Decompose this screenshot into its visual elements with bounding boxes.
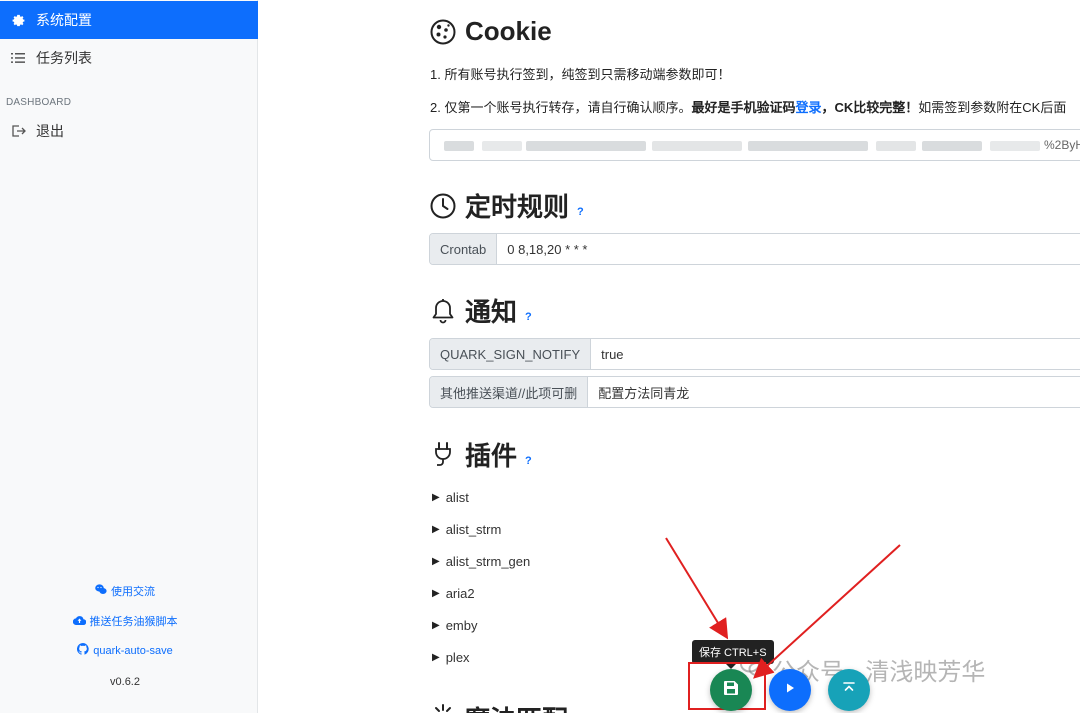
- plugin-item-emby[interactable]: ▶ emby: [432, 618, 478, 633]
- section-title-text: 定时规则: [465, 192, 570, 222]
- plugin-item-alist-strm[interactable]: ▶ alist_strm: [432, 522, 501, 537]
- sidebar-item-task-list[interactable]: 任务列表: [0, 39, 258, 77]
- magic-match-section-title: 魔法匹配: [430, 700, 568, 713]
- notify-value-input[interactable]: true: [591, 339, 1080, 369]
- notify-row: QUARK_SIGN_NOTIFY true: [429, 338, 1080, 370]
- cloud-icon: [72, 615, 86, 628]
- crontab-label: Crontab: [430, 234, 498, 264]
- gear-icon: [10, 12, 26, 28]
- sidebar-item-system-config[interactable]: 系统配置: [0, 1, 258, 39]
- caret-right-icon: ▶: [432, 620, 440, 631]
- bell-icon: [429, 297, 457, 325]
- sidebar-item-logout[interactable]: 退出: [0, 112, 258, 150]
- plugin-item-alist[interactable]: ▶ alist: [432, 490, 469, 505]
- caret-right-icon: ▶: [432, 588, 440, 599]
- sidebar-item-label: 退出: [36, 123, 64, 139]
- plugins-section-title: 插件 ?: [429, 436, 532, 473]
- plugin-label: alist_strm: [445, 522, 502, 537]
- section-title-text: 插件: [465, 441, 518, 471]
- wechat-icon: [95, 584, 107, 598]
- logout-icon: [10, 123, 26, 139]
- github-repo-link-label: quark-auto-save: [93, 644, 173, 657]
- plugin-item-plex[interactable]: ▶ plex: [432, 650, 470, 665]
- cookie-icon: [429, 18, 457, 46]
- notify-help-link[interactable]: ?: [525, 311, 532, 323]
- caret-right-icon: ▶: [432, 652, 440, 663]
- schedule-section-title: 定时规则 ?: [429, 187, 584, 224]
- note-bold-text: 最好是手机验证码: [691, 100, 796, 115]
- plugin-item-alist-strm-gen[interactable]: ▶ alist_strm_gen: [432, 554, 530, 569]
- sidebar: 系统配置 任务列表 DASHBOARD 退出 使用交流 推送任务油猴脚本 qua…: [0, 0, 258, 713]
- cookie-section-title: Cookie: [429, 16, 552, 47]
- note-text: 2. 仅第一个账号执行转存，请自行确认顺序。: [430, 100, 692, 115]
- notify-section-title: 通知 ?: [429, 292, 532, 329]
- scroll-top-button[interactable]: [828, 669, 870, 711]
- caret-right-icon: ▶: [432, 492, 440, 503]
- clock-icon: [429, 192, 457, 220]
- github-icon: [77, 643, 89, 658]
- cookie-value-redacted: %2ByH: [430, 130, 1080, 160]
- cookie-value-tail: %2ByH: [1043, 138, 1080, 152]
- arrow-up-to-top-icon: [842, 681, 856, 700]
- notify-row: 其他推送渠道//此项可删 配置方法同青龙: [429, 376, 1080, 408]
- plugin-label: alist_strm_gen: [445, 554, 531, 569]
- schedule-help-link[interactable]: ?: [577, 206, 584, 218]
- crontab-field: Crontab 0 8,18,20 * * *: [429, 233, 1080, 265]
- login-link[interactable]: 登录: [795, 100, 821, 115]
- sidebar-item-label: 系统配置: [36, 12, 92, 28]
- sidebar-section-heading: DASHBOARD: [6, 97, 72, 108]
- community-link[interactable]: 使用交流: [0, 583, 250, 599]
- cookie-input[interactable]: %2ByH: [429, 129, 1080, 161]
- notify-value-input[interactable]: 配置方法同青龙: [588, 377, 1080, 407]
- caret-right-icon: ▶: [432, 524, 440, 535]
- section-title-text: 魔法匹配: [464, 700, 568, 713]
- sparkle-icon: [430, 702, 456, 713]
- cookie-note-1: 1. 所有账号执行签到，纯签到只需移动端参数即可！: [430, 67, 731, 82]
- notify-key-input[interactable]: 其他推送渠道//此项可删: [430, 377, 589, 407]
- caret-right-icon: ▶: [432, 556, 440, 567]
- app-version: v0.6.2: [110, 676, 140, 688]
- plugin-label: plex: [445, 650, 470, 665]
- sidebar-item-label: 任务列表: [36, 50, 92, 66]
- userscript-link[interactable]: 推送任务油猴脚本: [0, 613, 250, 629]
- note-text: 如需签到参数附在CK后面: [918, 100, 1067, 115]
- notify-key-input[interactable]: QUARK_SIGN_NOTIFY: [430, 339, 592, 369]
- section-title-text: 通知: [465, 297, 518, 327]
- userscript-link-label: 推送任务油猴脚本: [89, 616, 178, 628]
- github-repo-link[interactable]: quark-auto-save: [0, 643, 250, 658]
- plugin-label: emby: [445, 618, 478, 633]
- save-icon: [723, 680, 739, 701]
- plug-icon: [429, 441, 457, 469]
- plugin-item-aria2[interactable]: ▶ aria2: [432, 586, 475, 601]
- section-title-text: Cookie: [465, 16, 552, 46]
- plugins-help-link[interactable]: ?: [525, 455, 532, 467]
- save-button[interactable]: [710, 669, 752, 711]
- note-bold-text: ，CK比较完整！: [821, 100, 919, 115]
- list-icon: [10, 50, 26, 66]
- cookie-note-2: 2. 仅第一个账号执行转存，请自行确认顺序。最好是手机验证码登录，CK比较完整！…: [430, 97, 1066, 116]
- play-icon: [784, 681, 796, 699]
- crontab-input[interactable]: 0 8,18,20 * * *: [497, 234, 1080, 264]
- save-tooltip: 保存 CTRL+S: [692, 640, 774, 669]
- run-button[interactable]: [769, 669, 811, 711]
- community-link-label: 使用交流: [111, 586, 155, 598]
- plugin-label: alist: [445, 490, 469, 505]
- plugin-label: aria2: [445, 586, 475, 601]
